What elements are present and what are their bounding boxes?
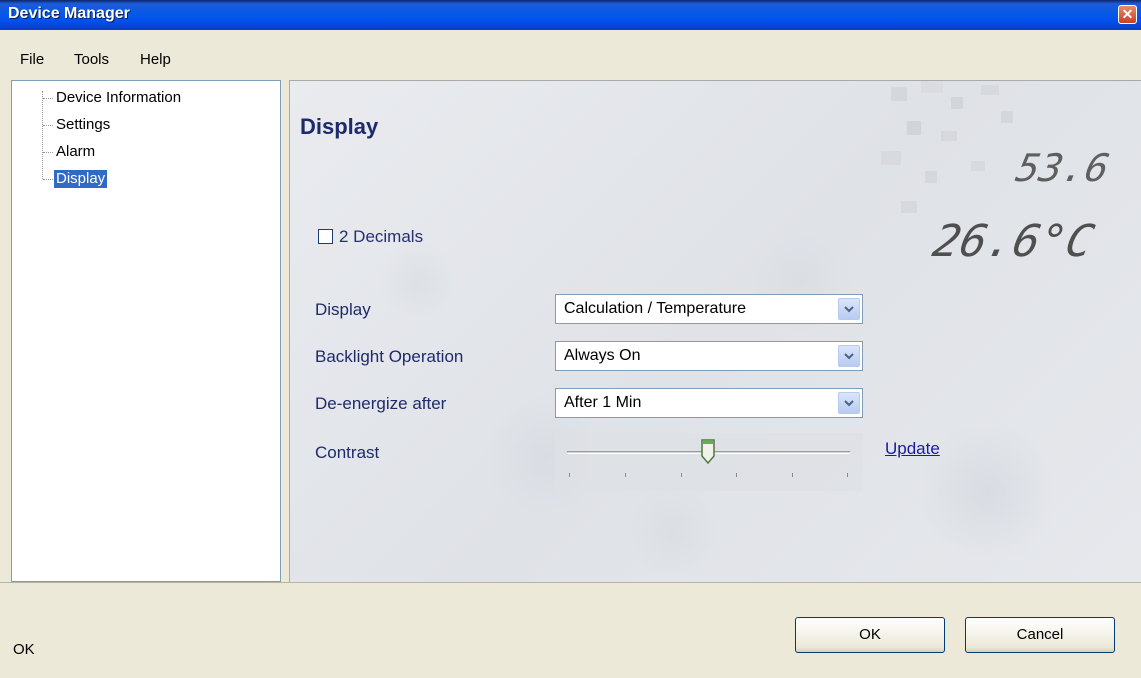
deenergize-label: De-energize after	[315, 394, 447, 413]
menu-file[interactable]: File	[20, 51, 44, 68]
title-bar[interactable]: Device Manager ✕	[0, 0, 1141, 30]
pane-splitter[interactable]	[281, 80, 289, 582]
backlight-select-value: Always On	[564, 347, 641, 364]
page-title: Display	[300, 114, 379, 139]
backlight-label: Backlight Operation	[315, 347, 464, 366]
status-text: OK	[13, 641, 35, 658]
contrast-label: Contrast	[315, 443, 380, 462]
contrast-slider[interactable]	[555, 433, 863, 491]
deenergize-select[interactable]: After 1 Min	[555, 388, 863, 418]
display-select-value: Calculation / Temperature	[564, 300, 747, 317]
display-select[interactable]: Calculation / Temperature	[555, 294, 863, 324]
window-title: Device Manager	[8, 5, 130, 22]
two-decimals-checkbox[interactable]	[318, 229, 333, 244]
close-icon[interactable]: ✕	[1118, 5, 1137, 24]
slider-tick	[569, 473, 570, 477]
display-settings-panel: 53.6 26.6°C Display 2 Decimals Display C…	[289, 80, 1141, 582]
display-label: Display	[315, 300, 371, 319]
tree-item-device-information[interactable]: Device Information	[54, 89, 183, 107]
slider-tick	[736, 473, 737, 477]
contrast-slider-thumb[interactable]	[700, 439, 716, 465]
decorative-readout-top: 53.6	[1012, 146, 1113, 191]
update-link[interactable]: Update	[885, 439, 940, 459]
digital-display-decoration: 53.6 26.6°C	[881, 81, 1113, 267]
ok-button[interactable]: OK	[795, 617, 945, 653]
tree-connector	[43, 179, 53, 180]
bottom-bar: OK Cancel OK	[0, 582, 1141, 678]
tree-connector	[43, 98, 53, 99]
chevron-down-icon[interactable]	[838, 345, 860, 367]
slider-tick	[625, 473, 626, 477]
slider-tick	[792, 473, 793, 477]
tree-item-display[interactable]: Display	[54, 170, 108, 188]
slider-tick	[847, 473, 848, 477]
menu-help[interactable]: Help	[140, 51, 171, 68]
tree-item-alarm[interactable]: Alarm	[54, 143, 97, 161]
cancel-button[interactable]: Cancel	[965, 617, 1115, 653]
navigation-tree: Device Information Settings Alarm Displa…	[11, 80, 281, 582]
slider-tick	[681, 473, 682, 477]
tree-connector	[42, 91, 43, 179]
two-decimals-label[interactable]: 2 Decimals	[339, 227, 423, 247]
menu-bar: File Tools Help	[0, 30, 1141, 80]
deenergize-select-value: After 1 Min	[564, 394, 642, 411]
tree-connector	[43, 125, 53, 126]
device-manager-window: Device Manager ✕ File Tools Help Device …	[0, 0, 1141, 678]
backlight-select[interactable]: Always On	[555, 341, 863, 371]
tree-item-settings[interactable]: Settings	[54, 116, 112, 134]
decorative-readout-bottom: 26.6°C	[929, 216, 1099, 266]
menu-tools[interactable]: Tools	[74, 51, 109, 68]
chevron-down-icon[interactable]	[838, 298, 860, 320]
chevron-down-icon[interactable]	[838, 392, 860, 414]
tree-connector	[43, 152, 53, 153]
